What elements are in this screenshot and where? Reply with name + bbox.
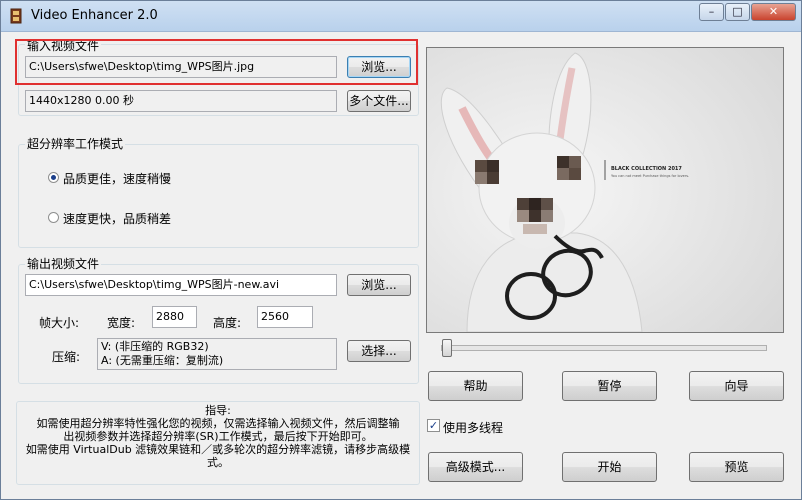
guide-line-2: 出视频参数并选择超分辨率(SR)工作模式，最后按下开始即可。 [63, 430, 373, 443]
speed-radio-label[interactable]: 速度更快，品质稍差 [63, 210, 171, 227]
mode-group-label: 超分辨率工作模式 [25, 137, 126, 151]
wizard-button[interactable]: 向导 [689, 371, 784, 401]
film-icon [10, 8, 22, 24]
mode-group [18, 144, 419, 248]
speed-radio[interactable] [48, 212, 59, 223]
seek-slider-thumb[interactable] [442, 339, 452, 357]
maximize-button[interactable]: □ [725, 3, 750, 21]
compress-audio-line: A: (无需重压缩：复制流) [101, 354, 224, 367]
window-title: Video Enhancer 2.0 [31, 8, 158, 23]
main-window: Video Enhancer 2.0 – □ ✕ 输入视频文件 C:\Users… [0, 0, 802, 500]
image-caption-sub: You can not meet Purchase things for lov… [611, 174, 689, 178]
choose-codec-button[interactable]: 选择... [347, 340, 411, 362]
guide-line-1: 如需使用超分辨率特性强化您的视频，仅需选择输入视频文件，然后调整输 [36, 417, 400, 430]
compress-info: V: (非压缩的 RGB32) A: (无需重压缩：复制流) [97, 338, 337, 370]
input-info-field: 1440x1280 0.00 秒 [25, 90, 337, 112]
height-input[interactable]: 2560 [257, 306, 313, 328]
seek-slider-track[interactable] [441, 345, 767, 351]
preview-button[interactable]: 预览 [689, 452, 784, 482]
image-caption-title: BLACK COLLECTION 2017 [611, 166, 682, 172]
minimize-icon: – [708, 5, 715, 18]
height-label: 高度: [213, 316, 242, 330]
output-path-field[interactable]: C:\Users\sfwe\Desktop\timg_WPS图片-new.avi [25, 274, 337, 296]
output-group-label: 输出视频文件 [25, 257, 102, 271]
advanced-mode-button[interactable]: 高级模式... [428, 452, 523, 482]
guide-line-3: 如需使用 VirtualDub 滤镜效果链和／或多轮次的超分辨率滤镜，请移步高级… [25, 443, 411, 456]
pause-button[interactable]: 暂停 [562, 371, 657, 401]
title-bar[interactable]: Video Enhancer 2.0 – □ ✕ [1, 1, 801, 32]
guide-line-4: 式。 [207, 456, 229, 469]
guide-title: 指导: [205, 404, 231, 417]
close-button[interactable]: ✕ [751, 3, 796, 21]
frame-size-label: 帧大小: [39, 316, 80, 330]
compress-video-line: V: (非压缩的 RGB32) [101, 340, 209, 353]
compress-label: 压缩: [52, 350, 81, 364]
quality-radio-label[interactable]: 品质更佳，速度稍慢 [63, 170, 171, 187]
multithread-checkbox[interactable]: ✓ [427, 419, 440, 432]
output-browse-button[interactable]: 浏览... [347, 274, 411, 296]
help-button[interactable]: 帮助 [428, 371, 523, 401]
guide-text: 指导: 如需使用超分辨率特性强化您的视频，仅需选择输入视频文件，然后调整输 出视… [18, 404, 418, 469]
start-button[interactable]: 开始 [562, 452, 657, 482]
multiple-files-button[interactable]: 多个文件... [347, 90, 411, 112]
input-highlight-box [15, 39, 418, 85]
width-input[interactable]: 2880 [152, 306, 197, 328]
close-icon: ✕ [768, 5, 779, 18]
preview-image: BLACK COLLECTION 2017 You can not meet P… [426, 47, 784, 333]
maximize-icon: □ [732, 5, 743, 18]
width-label: 宽度: [107, 316, 136, 330]
minimize-button[interactable]: – [699, 3, 724, 21]
multithread-label[interactable]: 使用多线程 [443, 419, 503, 436]
dog-photo: BLACK COLLECTION 2017 You can not meet P… [427, 48, 783, 332]
quality-radio[interactable] [48, 172, 59, 183]
